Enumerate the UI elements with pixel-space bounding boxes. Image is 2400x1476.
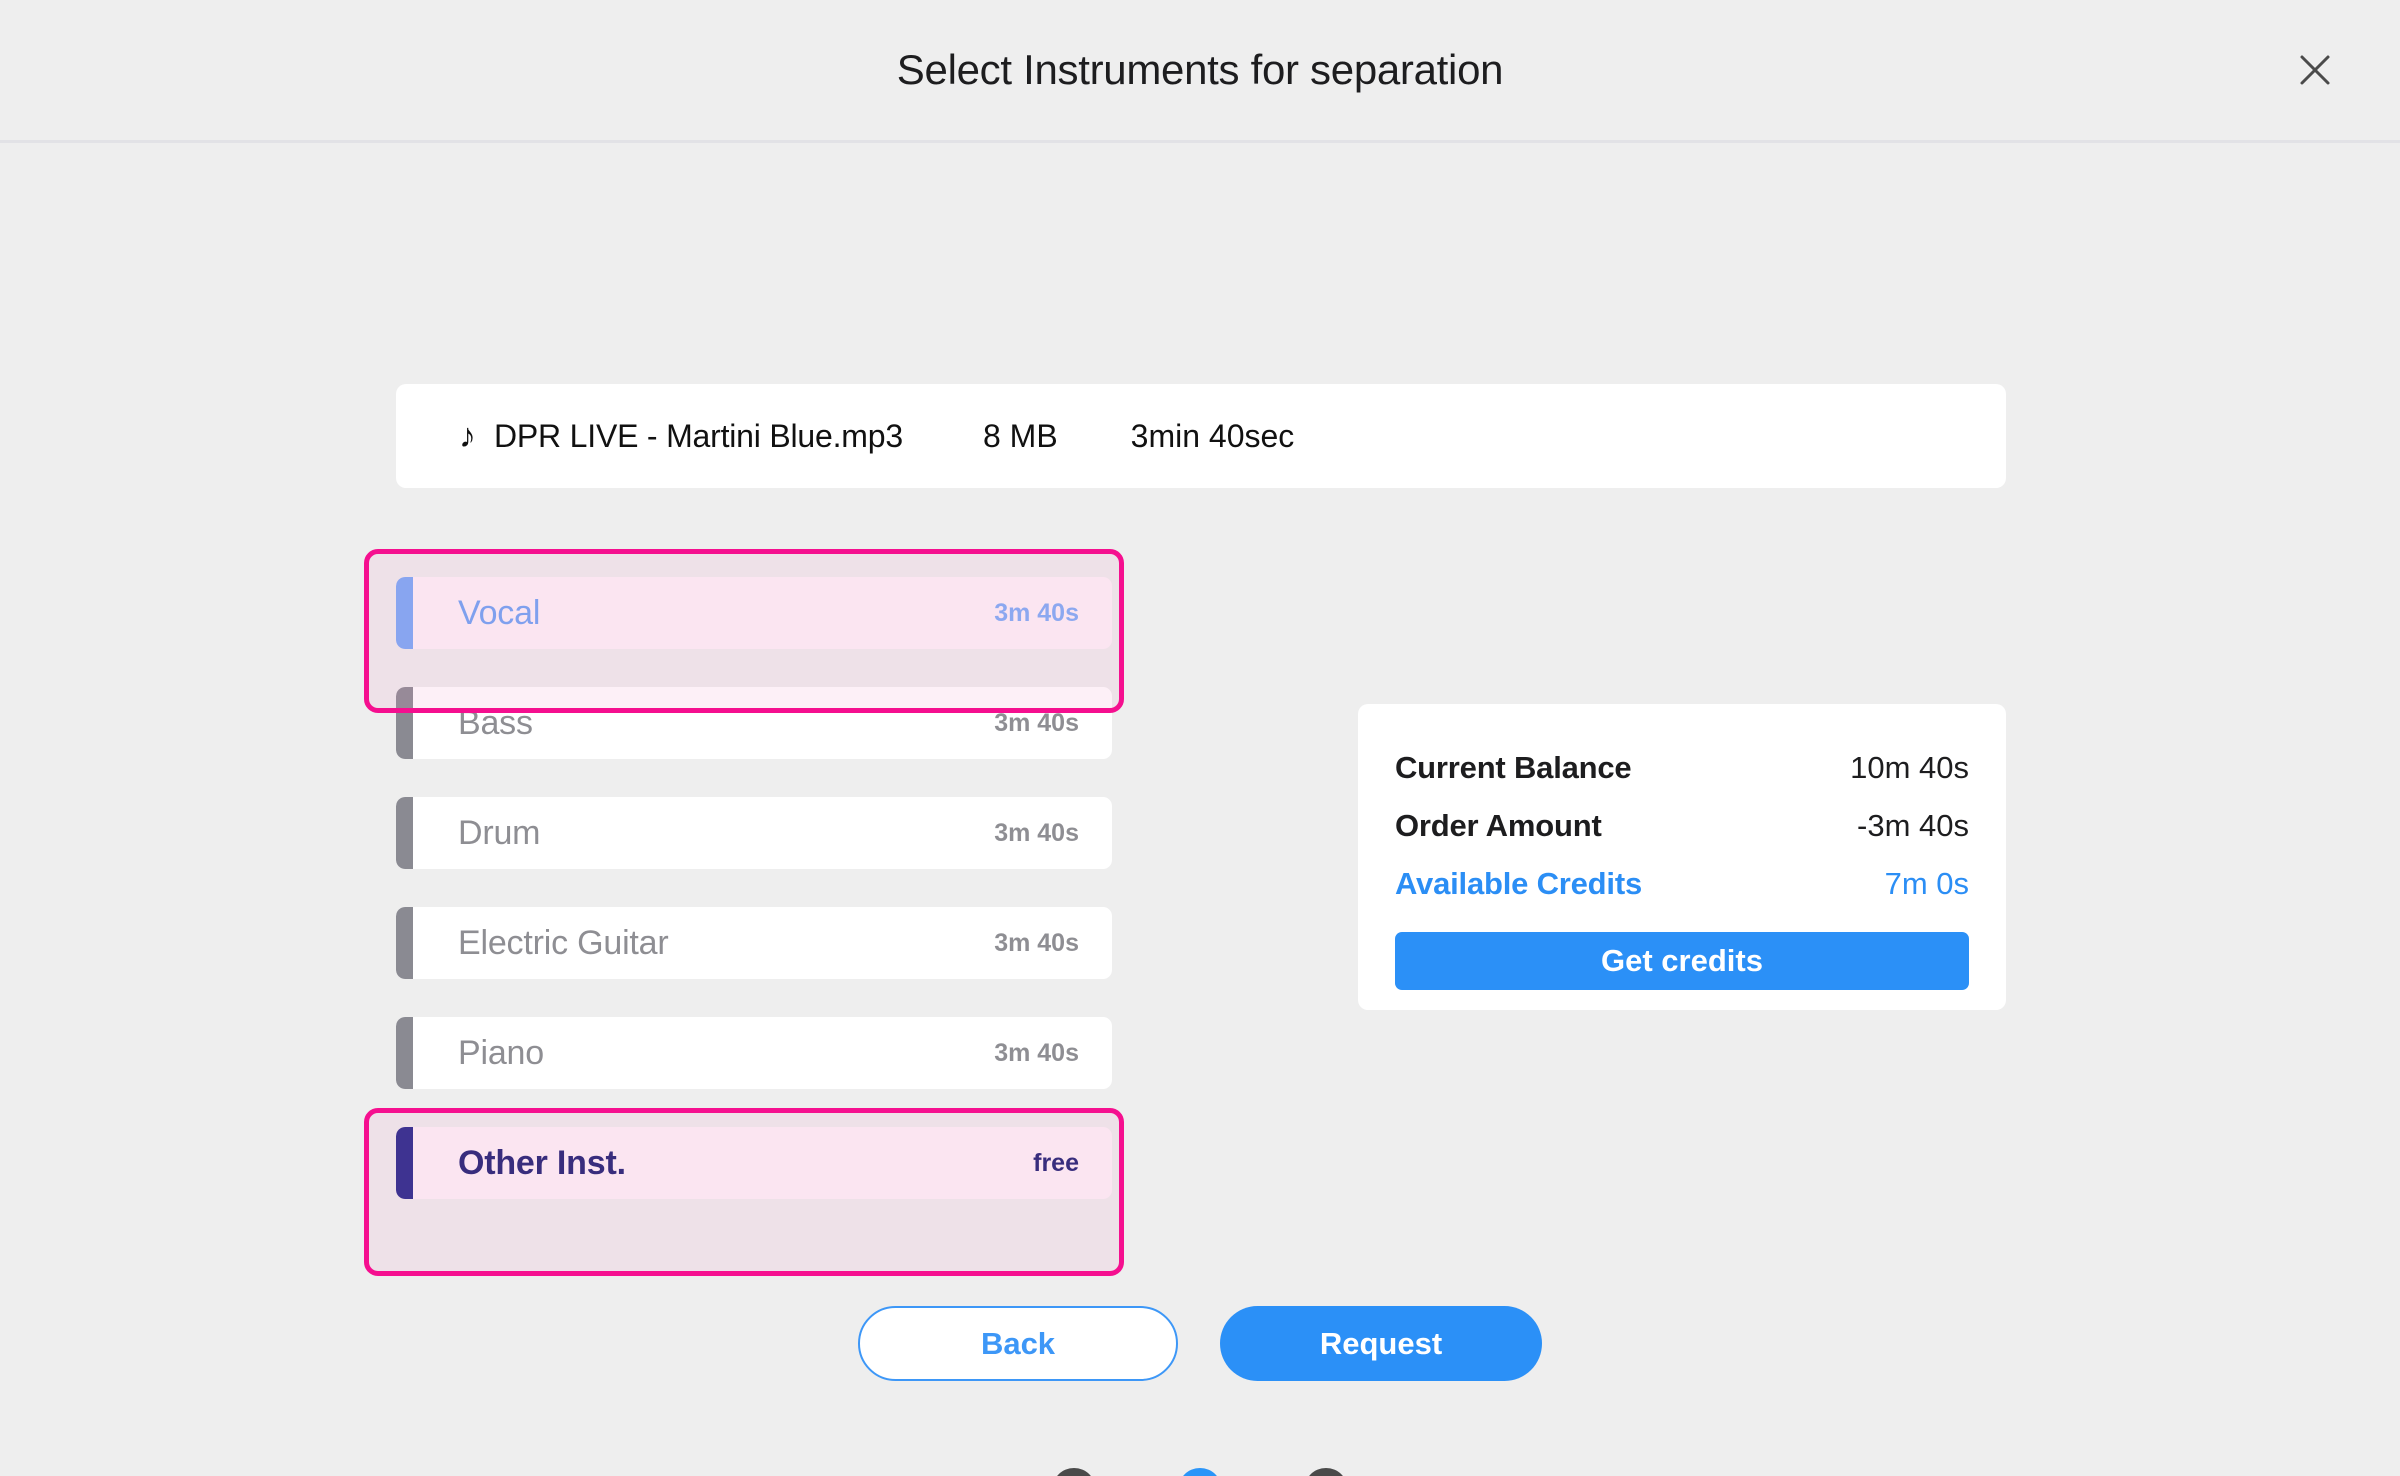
instrument-label: Piano xyxy=(458,1033,544,1072)
close-button[interactable] xyxy=(2288,43,2342,97)
instrument-time: 3m 40s xyxy=(994,818,1079,847)
dialog-body: ♪ DPR LIVE - Martini Blue.mp3 8 MB 3min … xyxy=(0,143,2400,1476)
balance-row-order: Order Amount -3m 40s xyxy=(1395,808,1969,844)
balance-card: Current Balance 10m 40s Order Amount -3m… xyxy=(1358,704,2006,1010)
selection-bar-icon xyxy=(396,1017,413,1089)
balance-value: 10m 40s xyxy=(1850,750,1969,785)
instrument-option-drum[interactable]: Drum 3m 40s xyxy=(396,797,1112,869)
instrument-time: 3m 40s xyxy=(994,708,1079,737)
progress-stepper: 1 upload 2 options 3 request xyxy=(0,1468,2400,1476)
close-icon xyxy=(2298,53,2332,87)
selection-bar-icon xyxy=(396,1127,413,1199)
instrument-option-vocal[interactable]: Vocal 3m 40s xyxy=(396,577,1112,649)
dialog-header: Select Instruments for separation xyxy=(0,0,2400,143)
instrument-option-electric-guitar[interactable]: Electric Guitar 3m 40s xyxy=(396,907,1112,979)
stepper-step-request[interactable]: 3 request xyxy=(1263,1468,1389,1476)
file-name: DPR LIVE - Martini Blue.mp3 xyxy=(494,417,903,454)
file-size: 8 MB xyxy=(982,417,1058,454)
selection-bar-icon xyxy=(396,797,413,869)
selection-bar-icon xyxy=(396,577,413,649)
page-title: Select Instruments for separation xyxy=(896,46,1504,93)
instrument-label: Other Inst. xyxy=(458,1143,626,1182)
back-button[interactable]: Back xyxy=(858,1306,1178,1381)
balance-row-current: Current Balance 10m 40s xyxy=(1395,750,1969,786)
balance-row-available-credits: Available Credits 7m 0s xyxy=(1395,866,1969,902)
file-info-card: ♪ DPR LIVE - Martini Blue.mp3 8 MB 3min … xyxy=(396,384,2006,488)
instrument-time: free xyxy=(1033,1148,1079,1177)
selection-bar-icon xyxy=(396,907,413,979)
instrument-option-other-inst[interactable]: Other Inst. free xyxy=(396,1127,1112,1199)
instrument-time: 3m 40s xyxy=(994,928,1079,957)
instrument-label: Bass xyxy=(458,703,533,742)
balance-value: 7m 0s xyxy=(1884,866,1969,901)
step-number: 2 xyxy=(1178,1468,1222,1476)
balance-label: Available Credits xyxy=(1395,866,1642,901)
balance-value: -3m 40s xyxy=(1857,808,1969,843)
instrument-option-piano[interactable]: Piano 3m 40s xyxy=(396,1017,1112,1089)
instrument-list: Vocal 3m 40s Bass 3m 40s Drum 3m 40s Ele… xyxy=(396,577,1112,1199)
instrument-label: Vocal xyxy=(458,593,541,632)
step-number: 3 xyxy=(1304,1468,1348,1476)
instrument-label: Drum xyxy=(458,813,541,852)
stepper-step-options[interactable]: 2 options xyxy=(1137,1468,1263,1476)
balance-label: Current Balance xyxy=(1395,750,1632,785)
selection-bar-icon xyxy=(396,687,413,759)
step-number: 1 xyxy=(1052,1468,1096,1476)
stepper-step-upload[interactable]: 1 upload xyxy=(1011,1468,1137,1476)
music-note-icon: ♪ xyxy=(459,417,476,455)
file-duration: 3min 40sec xyxy=(1130,417,1295,454)
balance-label: Order Amount xyxy=(1395,808,1602,843)
get-credits-button[interactable]: Get credits xyxy=(1395,932,1969,990)
instrument-time: 3m 40s xyxy=(994,598,1079,627)
instrument-time: 3m 40s xyxy=(994,1038,1079,1067)
instrument-label: Electric Guitar xyxy=(458,923,669,962)
request-button[interactable]: Request xyxy=(1220,1306,1542,1381)
instrument-option-bass[interactable]: Bass 3m 40s xyxy=(396,687,1112,759)
action-buttons: Back Request xyxy=(0,1306,2400,1381)
